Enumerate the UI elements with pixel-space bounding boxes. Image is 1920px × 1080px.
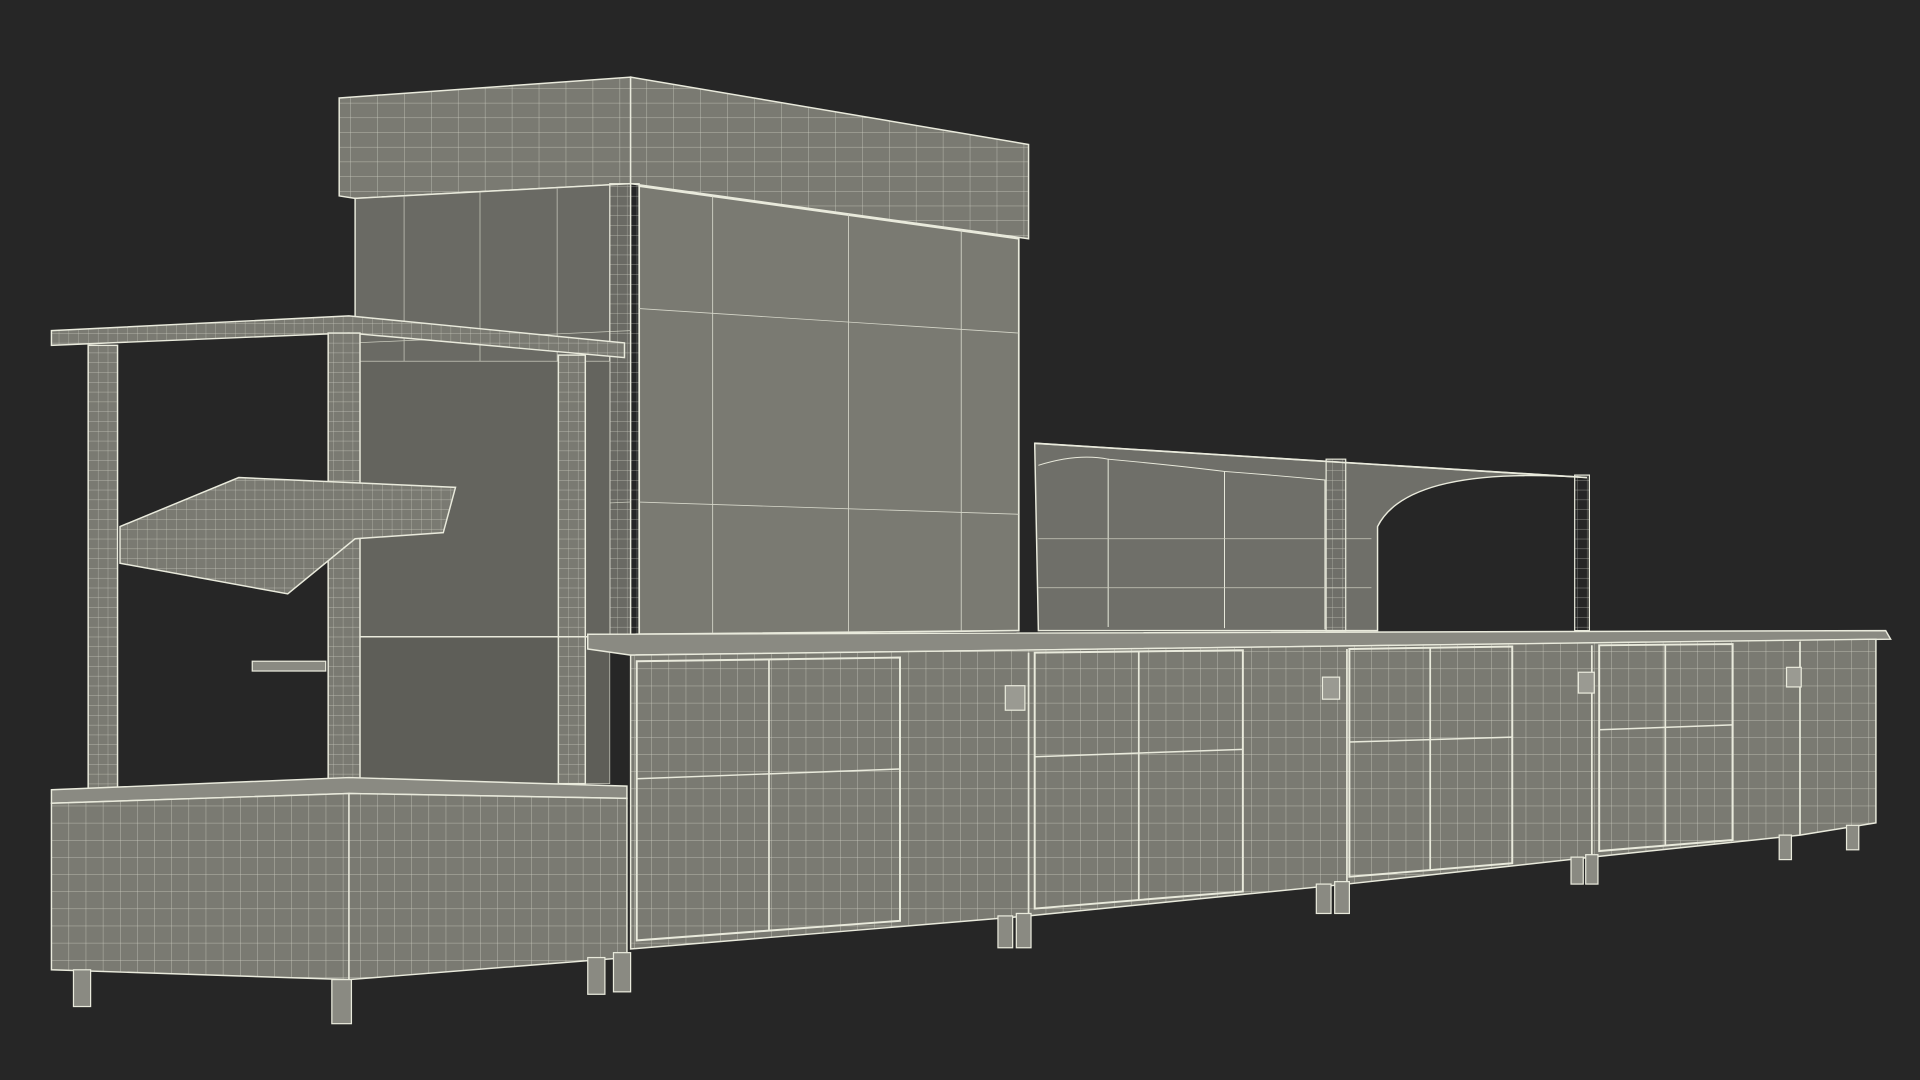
leg [997,915,1014,949]
sneeze-guard-end-post [1574,474,1590,632]
render-viewport [0,0,1920,1080]
leg [1778,834,1793,861]
control-box-4 [1785,666,1802,688]
tower-corner-post [609,183,640,640]
control-box-1 [1004,685,1026,711]
display-rail [251,660,327,672]
wireframe-scene [50,76,1892,1025]
leg [331,978,353,1025]
sneeze-guard-post [1325,458,1347,632]
leg [1585,854,1599,885]
leg [612,952,632,993]
left-canopy-shelf [50,315,631,793]
leg [1845,824,1860,851]
leg [1015,912,1032,949]
control-box-3 [1577,671,1595,694]
leg [1334,881,1350,915]
leg [587,956,606,995]
left-counter-base [50,776,628,981]
sneeze-guard-hood [1033,442,1587,632]
tower-front-panel [638,185,1020,636]
sneeze-guard [1033,442,1590,632]
front-counter-base [587,629,1892,950]
control-box-2 [1321,676,1341,700]
leg [1315,883,1332,915]
leg [72,969,92,1008]
leg [1570,856,1584,885]
